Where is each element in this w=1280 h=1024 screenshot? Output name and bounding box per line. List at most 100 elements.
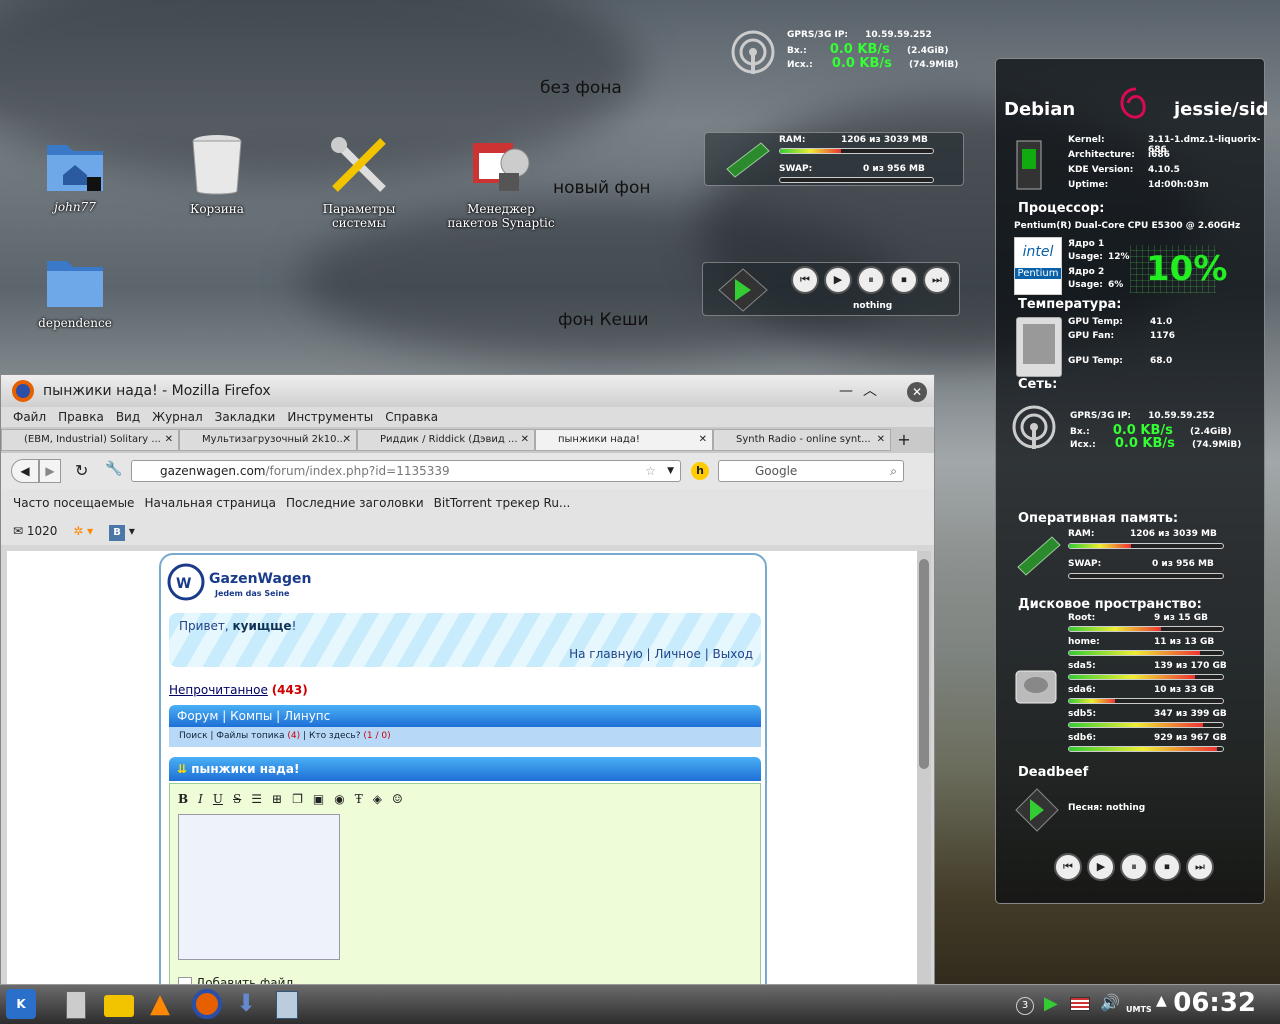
fill-icon[interactable]: ◈ <box>373 792 382 806</box>
italic-button[interactable]: I <box>198 792 203 806</box>
play-icon[interactable]: ▶ <box>1087 853 1115 881</box>
sub-search-link[interactable]: Поиск <box>179 731 208 741</box>
desktop-icon-trash[interactable]: Корзина <box>162 133 272 216</box>
core1-label: Ядро 1 <box>1068 239 1105 249</box>
deadbeef-tray-icon[interactable]: ▶ <box>1044 993 1058 1014</box>
pause-icon[interactable]: ⏸ <box>1120 853 1148 881</box>
us-flag-icon[interactable] <box>1070 997 1090 1011</box>
prev-icon[interactable]: ⏮ <box>791 266 819 294</box>
menu-edit[interactable]: Правка <box>58 407 104 427</box>
desktop-icon-settings[interactable]: Параметры системы <box>304 133 414 230</box>
play-icon[interactable]: ▶ <box>824 266 852 294</box>
desktop-icon-john77[interactable]: john77 <box>20 135 130 214</box>
tab-riddick[interactable]: Риддик / Riddick (Дэвид ... ✕ <box>357 429 535 451</box>
minimize-icon[interactable]: — <box>839 375 853 407</box>
tab-close-icon[interactable]: ✕ <box>877 434 885 445</box>
deadbeef-play-icon[interactable] <box>717 267 769 313</box>
tab-close-icon[interactable]: ✕ <box>165 434 173 445</box>
menu-view[interactable]: Вид <box>116 407 140 427</box>
search-input[interactable]: Google ⌕ <box>718 460 904 482</box>
tab-forum[interactable]: пынжики нада! ✕ <box>535 429 713 451</box>
mail-icon[interactable]: ✉ <box>13 524 23 538</box>
unread-row[interactable]: Непрочитанное (443) <box>169 683 308 697</box>
download-icon[interactable]: ⬇ <box>236 989 256 1017</box>
kde-menu-icon[interactable]: K <box>6 989 36 1019</box>
bookmark-latest-headlines[interactable]: Последние заголовки <box>286 489 424 517</box>
tab-multiboot[interactable]: Мультизагрузочный 2k10... ✕ <box>179 429 357 451</box>
menu-help[interactable]: Справка <box>385 407 438 427</box>
search-icon[interactable]: ⌕ <box>890 461 897 481</box>
volume-icon[interactable]: 🔊 <box>1100 993 1120 1012</box>
bookmark-bittorrent[interactable]: BitTorrent трекер Ru... <box>434 489 571 517</box>
tray-net-label[interactable]: UMTS <box>1126 1005 1152 1014</box>
bookmark-most-visited[interactable]: Часто посещаемые <box>13 489 134 517</box>
tab-synth-radio[interactable]: Synth Radio - online synt... ✕ <box>713 429 891 451</box>
menu-history[interactable]: Журнал <box>152 407 203 427</box>
tab-close-icon[interactable]: ✕ <box>699 434 707 445</box>
next-icon[interactable]: ⏭ <box>1186 853 1214 881</box>
forward-button[interactable]: ▶ <box>39 459 61 483</box>
forum-subbar: Поиск | Файлы топика (4) | Кто здесь? (1… <box>169 727 761 747</box>
notes-icon[interactable] <box>276 991 298 1019</box>
menu-bookmarks[interactable]: Закладки <box>215 407 276 427</box>
file-manager-icon[interactable] <box>104 995 134 1017</box>
firefox-task-icon[interactable] <box>192 989 222 1019</box>
menu-file[interactable]: Файл <box>13 407 46 427</box>
deadbeef-play-icon[interactable] <box>1014 787 1060 833</box>
globe-icon[interactable]: ◉ <box>334 792 344 806</box>
underline-button[interactable]: U <box>213 792 223 806</box>
text-color-icon[interactable]: Ŧ <box>355 792 363 806</box>
page-scrollbar[interactable] <box>917 551 931 1024</box>
sub-who-link[interactable]: Кто здесь? <box>309 731 361 741</box>
gpu-temp2: 68.0 <box>1150 356 1173 366</box>
ok-addon-icon[interactable]: ✲ ▾ <box>73 524 93 538</box>
menu-tools[interactable]: Инструменты <box>287 407 373 427</box>
reload-icon[interactable]: ↻ <box>75 461 88 480</box>
pause-icon[interactable]: ⏸ <box>857 266 885 294</box>
mail-count[interactable]: 1020 <box>27 524 58 538</box>
h-addon-icon[interactable]: h <box>691 462 709 480</box>
url-bar[interactable]: gazenwagen.com/forum/index.php?id=113533… <box>131 460 681 482</box>
tools-icon[interactable]: 🔧 <box>105 461 122 477</box>
next-icon[interactable]: ⏭ <box>923 266 951 294</box>
prev-icon[interactable]: ⏮ <box>1054 853 1082 881</box>
desktop-icon-synaptic[interactable]: Менеджер пакетов Synaptic <box>446 133 556 230</box>
tab-solitary[interactable]: (EBM, Industrial) Solitary ... ✕ <box>1 429 179 451</box>
url-dropdown-icon[interactable]: ▼ <box>667 461 674 481</box>
wifi-antenna-icon <box>1012 405 1056 449</box>
tab-close-icon[interactable]: ✕ <box>521 434 529 445</box>
smiley-icon[interactable]: ☺ <box>392 792 403 806</box>
bookmark-star-icon[interactable]: ☆ <box>645 461 656 481</box>
bookmark-start-page[interactable]: Начальная страница <box>144 489 276 517</box>
close-icon[interactable]: ✕ <box>907 382 927 402</box>
disk-bar <box>1068 698 1224 704</box>
list-icon[interactable]: ☰ <box>251 792 262 806</box>
window-titlebar[interactable]: пынжики нада! - Mozilla Firefox — ︿ ✕ <box>1 375 934 407</box>
php-icon[interactable]: ▣ <box>313 792 324 806</box>
clock[interactable]: 06:32 <box>1173 988 1256 1018</box>
swap-value: 0 из 956 MB <box>863 164 925 174</box>
copy-icon[interactable]: ❐ <box>292 792 303 806</box>
user-links[interactable]: На главную | Личное | Выход <box>569 647 753 661</box>
insert-icon[interactable]: ⊞ <box>272 792 282 806</box>
stop-icon[interactable]: ⏹ <box>890 266 918 294</box>
breadcrumb[interactable]: Форум | Компы | Линупс <box>169 705 761 727</box>
sub-files-link[interactable]: Файлы топика <box>216 731 284 741</box>
maximize-icon[interactable]: ︿ <box>863 375 877 407</box>
ram-label: RAM: <box>779 135 806 145</box>
vk-addon-icon[interactable]: B <box>109 525 125 541</box>
calculator-icon[interactable] <box>66 991 86 1019</box>
stop-icon[interactable]: ⏹ <box>1153 853 1181 881</box>
vlc-icon[interactable]: ▲ <box>150 989 170 1019</box>
strike-button[interactable]: S <box>233 792 241 806</box>
tab-close-icon[interactable]: ✕ <box>343 434 351 445</box>
intel-logo-icon: intel Pentium <box>1014 237 1062 295</box>
message-textarea[interactable] <box>178 814 340 960</box>
bold-button[interactable]: B <box>178 792 188 806</box>
back-button[interactable]: ◀ <box>11 459 39 483</box>
tray-count[interactable]: 3 <box>1016 997 1034 1015</box>
new-tab-button[interactable]: + <box>891 427 917 453</box>
vk-dropdown-icon[interactable]: ▾ <box>129 524 135 538</box>
tray-expand-icon[interactable]: ▲ <box>1156 993 1167 1009</box>
desktop-icon-dependence[interactable]: dependence <box>20 255 130 330</box>
